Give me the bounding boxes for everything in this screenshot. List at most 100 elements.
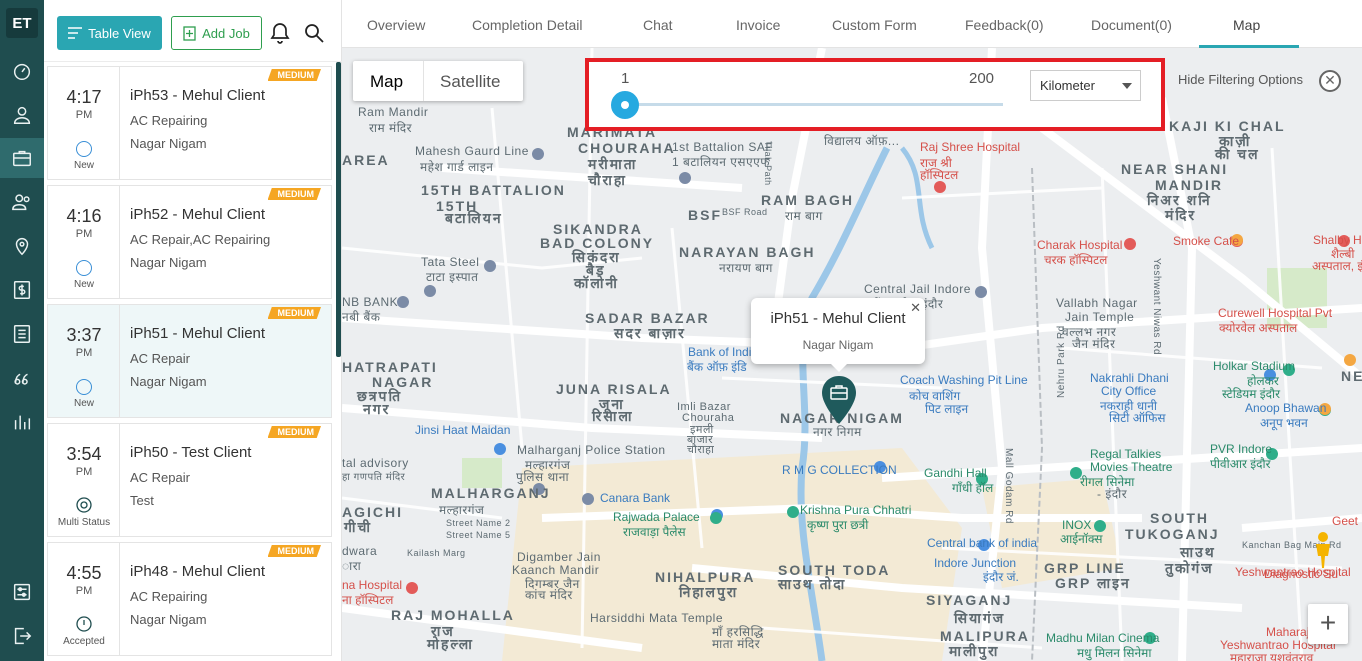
job-time-column: 4:16 PM New [48,186,120,298]
settings-icon[interactable] [0,572,44,612]
map-label: Street Name 2 [446,518,511,528]
map-label: बटालियन [445,210,503,226]
icon-rail: ET [0,0,44,661]
tab-document[interactable]: Document(0) [1091,17,1172,33]
briefcase-icon[interactable] [0,138,44,178]
map-label: na Hospital [342,578,403,592]
map-label: मोहल्ला [427,636,474,652]
map-label: Anoop Bhawan [1245,401,1327,415]
chevron-down-icon [1122,83,1132,89]
job-location-pin-icon[interactable] [821,375,857,425]
tab-completion-detail[interactable]: Completion Detail [472,17,583,33]
map-label: Raj Shree Hospital [920,140,1021,154]
job-card[interactable]: 3:54 PM Multi Status MEDIUM iPh50 - Test… [47,423,332,537]
popup-subtitle: Nagar Nigam [802,338,874,352]
add-job-button[interactable]: Add Job [171,16,262,50]
zoom-in-button[interactable]: + [1308,604,1348,644]
hide-filtering-options-link[interactable]: Hide Filtering Options [1178,72,1303,87]
map-label: Street Name 5 [446,530,511,540]
tab-feedback[interactable]: Feedback(0) [965,17,1044,33]
job-title: iPh53 - Mehul Client [130,87,266,104]
map-label: TUKOGANJ [1125,526,1220,542]
job-title: iPh50 - Test Client [130,444,252,461]
map-label: Curewell Hospital Pvt [1218,306,1333,320]
add-job-label: Add Job [202,25,250,41]
tab-invoice[interactable]: Invoice [736,17,780,33]
job-time: 4:17 [66,87,102,107]
map-label: tal advisory [342,456,409,470]
map-label: Movies Theatre [1090,460,1173,474]
bell-icon[interactable] [270,22,290,44]
map-label: बैंक ऑफ़ इंडि [687,360,747,374]
map-label: पिट लाइन [925,402,969,416]
map-label: हा गणपति मंदिर [342,472,406,483]
logout-icon[interactable] [0,616,44,656]
job-location: Nagar Nigam [130,136,207,151]
chart-icon[interactable] [0,402,44,442]
dashboard-icon[interactable] [0,51,44,91]
app-logo[interactable]: ET [6,8,38,38]
map-label: हॉस्पिटल [920,168,959,182]
map-type-satellite-button[interactable]: Satellite [440,72,500,92]
users-icon[interactable] [0,182,44,222]
map-label: Nehru Park Rd [1056,325,1067,398]
map-label: पीवीआर इंदौर [1210,457,1271,471]
map-label: BSF [688,207,722,223]
map-label: विद्यालय ऑफ़... [824,134,900,148]
map-label: चौराहा [588,172,627,188]
job-card[interactable]: 4:17 PM New MEDIUM iPh53 - Mehul Client … [47,66,332,180]
close-icon[interactable]: ✕ [1319,70,1341,92]
map-label: Rajwada Palace [613,510,700,524]
map-type-map-button[interactable]: Map [370,72,403,92]
map-label: Holkar Stadium [1213,359,1296,373]
map-label: GRP लाइन [1055,575,1131,591]
tab-custom-form[interactable]: Custom Form [832,17,917,33]
quote-icon[interactable] [0,358,44,398]
job-ampm: PM [75,347,93,359]
map-label: Central bank of india [927,536,1038,550]
job-time: 3:37 [66,325,102,345]
list-scrollbar[interactable] [336,62,341,357]
dollar-icon[interactable] [0,270,44,310]
table-view-button[interactable]: Table View [57,16,162,50]
job-ampm: PM [75,228,93,240]
map-label: 1st Battalion SAF [672,140,774,154]
map-label: BSF Road [722,207,768,217]
distance-unit-select[interactable]: Kilometer [1030,70,1141,101]
job-card-selected[interactable]: 3:37 PM New MEDIUM iPh51 - Mehul Client … [47,304,332,418]
map-label: महेश गार्ड लाइन [420,160,494,174]
tab-chat[interactable]: Chat [643,17,673,33]
search-icon[interactable] [304,23,324,43]
map-label: Bank of Indi [688,345,752,359]
map-label: गीची [344,519,373,535]
map-label: सदर बाज़ार [614,325,686,341]
map-label: CHOURAHA [578,140,676,156]
map-label: महाराजा यशवंतराव [1230,651,1314,661]
location-icon[interactable] [0,226,44,266]
radius-min-label: 1 [621,70,630,87]
street-view-pegman-icon[interactable] [1310,530,1336,570]
status-new-icon [76,260,92,276]
job-location: Nagar Nigam [130,255,207,270]
map-label: Malharganj Police Station [517,443,666,457]
tab-overview[interactable]: Overview [367,17,425,33]
map-view[interactable]: Ram Mandir राम मंदिर MARIMATA CHOURAHA म… [342,48,1362,661]
tab-map[interactable]: Map [1233,17,1260,33]
map-type-separator [423,61,424,101]
map-label: NB BANK [342,295,399,309]
radius-max-label: 200 [969,70,995,87]
radius-slider-thumb[interactable] [611,91,639,119]
map-label: Madhu Milan Cinema [1046,631,1160,645]
job-card[interactable]: 4:16 PM New MEDIUM iPh52 - Mehul Client … [47,185,332,299]
user-icon[interactable] [0,95,44,135]
map-label: राम मंदिर [369,121,413,135]
job-time: 4:16 [66,206,102,226]
map-label: Ram Mandir [358,105,429,119]
table-view-label: Table View [88,25,151,41]
priority-badge: MEDIUM [267,307,321,319]
popup-close-icon[interactable]: ✕ [910,300,921,316]
list-icon[interactable] [0,314,44,354]
map-label: RAM BAGH [761,192,854,208]
radius-slider-track[interactable] [625,103,1003,106]
job-card[interactable]: 4:55 PM Accepted MEDIUM iPh48 - Mehul Cl… [47,542,332,656]
